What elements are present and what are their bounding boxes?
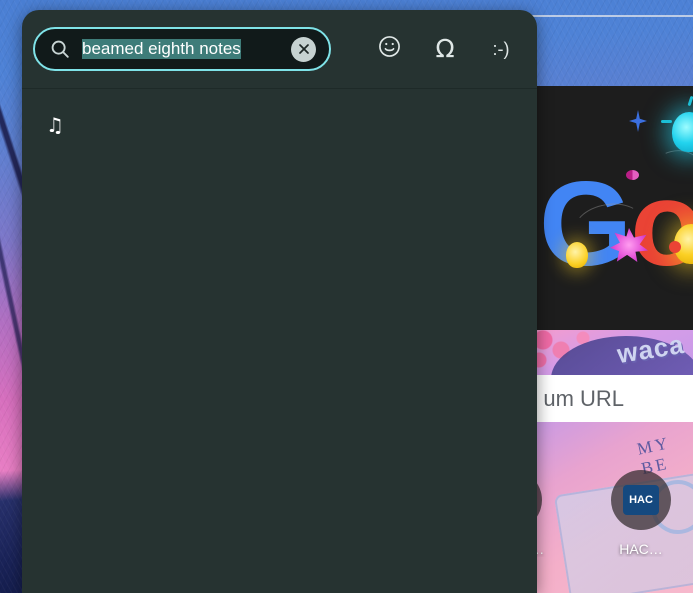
doodle-star-blue	[629, 110, 647, 132]
wallpaper-band-upper: waca	[531, 330, 693, 375]
clear-search-icon[interactable]	[291, 36, 316, 62]
omnibox[interactable]: e um URL	[525, 375, 693, 422]
doodle-dot-red	[669, 241, 681, 253]
doodle-dot-magenta	[626, 170, 639, 180]
hac-favicon: HAC	[623, 485, 659, 515]
emoji-picker-panel: beamed eighth notes Ω:-) ♫	[22, 10, 537, 593]
shortcut-tile-hac[interactable]: HAC HAC…	[589, 470, 693, 557]
tab-symbols[interactable]: Ω	[428, 31, 462, 67]
tab-kaomoji[interactable]: :-)	[484, 32, 518, 66]
omnibox-placeholder: e um URL	[525, 385, 625, 411]
emoji-results-grid: ♫	[22, 89, 537, 161]
omega-icon: Ω	[435, 33, 455, 63]
google-doodle[interactable]: Goo	[531, 86, 693, 330]
doodle-spark	[687, 95, 693, 107]
search-input-value[interactable]: beamed eighth notes	[82, 39, 291, 59]
doodle-bulb-cyan	[672, 112, 693, 152]
tab-emoji[interactable]	[372, 32, 406, 66]
shortcut-label: HAC…	[619, 541, 663, 557]
kaomoji-icon: :-)	[492, 38, 510, 59]
search-input-text: beamed eighth notes	[82, 39, 241, 59]
beamed-eighth-notes-glyph: ♫	[46, 113, 64, 137]
search-icon	[49, 38, 71, 60]
screen: Goo waca e um URL MY B	[0, 0, 693, 593]
doodle-spark	[661, 120, 672, 123]
search-field[interactable]: beamed eighth notes	[33, 27, 331, 71]
wallpaper-highlight-line	[520, 15, 693, 17]
picker-tabs: Ω :-)	[372, 27, 518, 71]
shortcut-tile-circle: HAC	[611, 470, 671, 530]
result-beamed-eighth-notes[interactable]: ♫	[33, 103, 77, 147]
doodle-bulb-yellow-small	[566, 242, 588, 268]
smiley-face-icon	[377, 34, 402, 64]
emoji-picker-header: beamed eighth notes Ω:-)	[22, 10, 537, 89]
